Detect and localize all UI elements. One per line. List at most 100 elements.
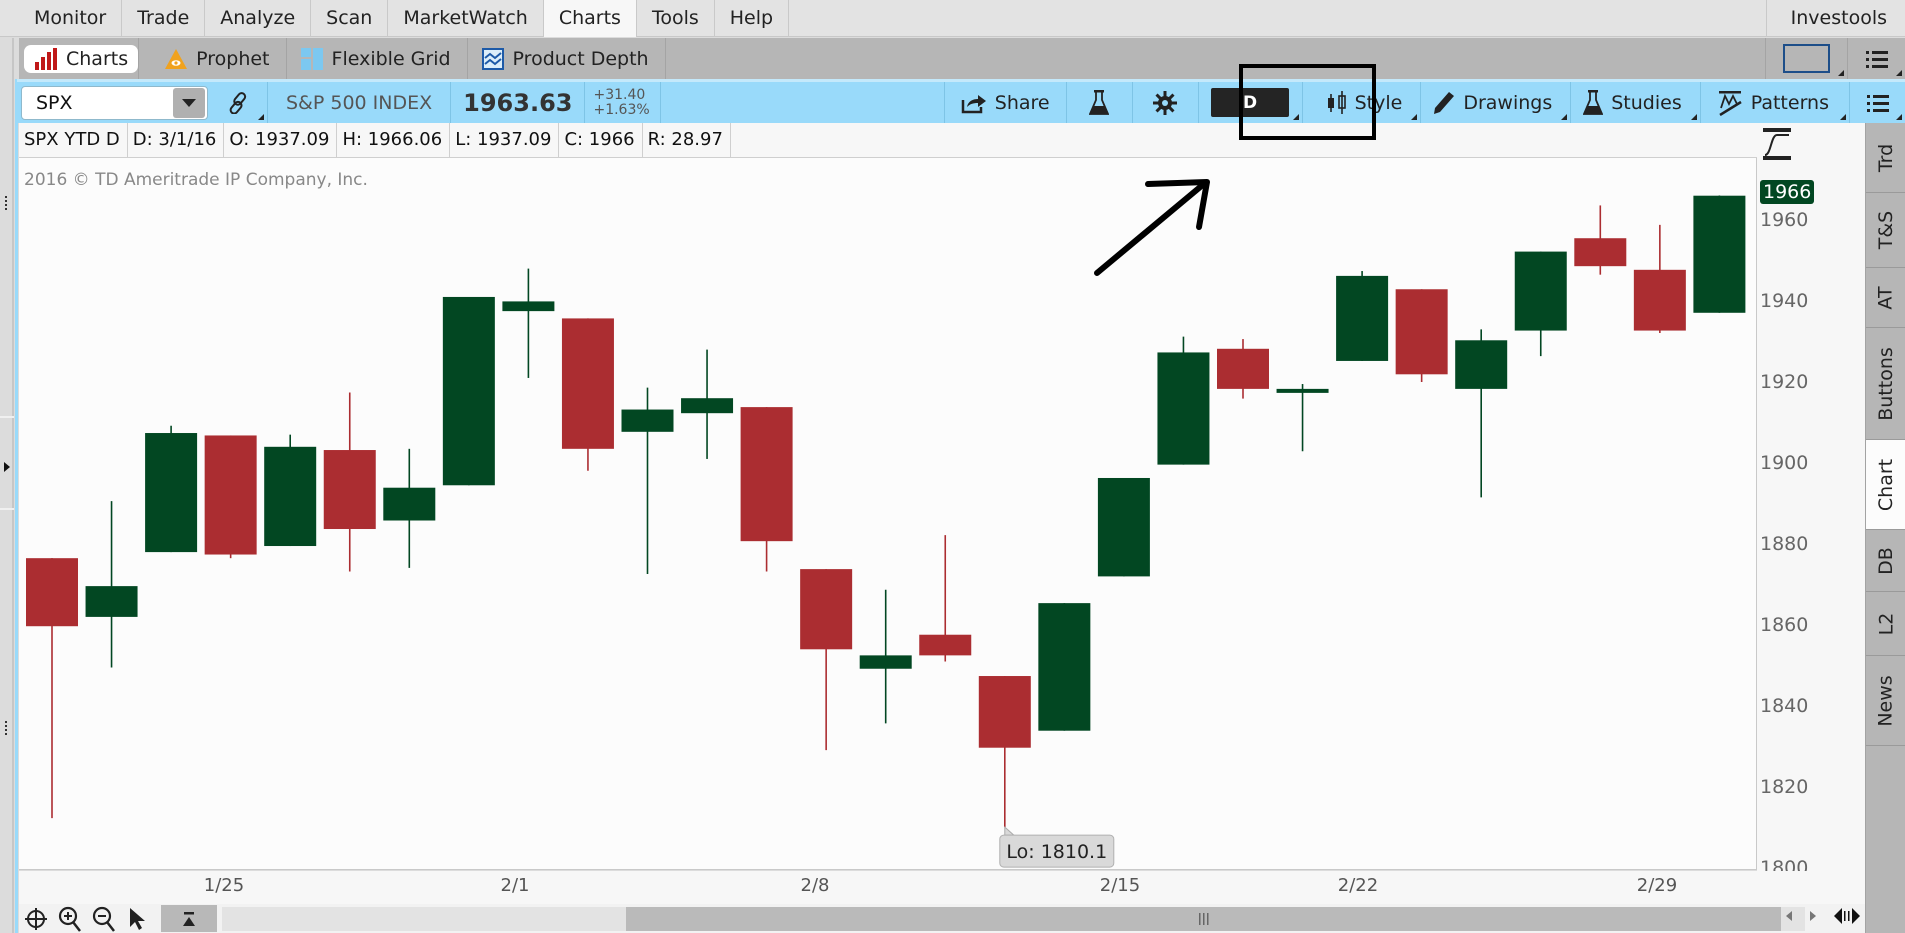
drag-handle-icon[interactable] [5,196,7,210]
zoom-out-button[interactable] [87,904,121,933]
scrollbar-thumb[interactable] [626,907,1781,931]
drag-handle-icon[interactable] [5,721,7,735]
nav-tab-trade[interactable]: Trade [122,0,206,37]
horizontal-scrollbar[interactable] [222,907,1805,931]
subtab-menu-button[interactable] [1847,38,1905,79]
candle[interactable] [978,676,1031,828]
candle[interactable] [204,435,257,559]
candle[interactable] [919,535,972,662]
right-tab-at[interactable]: AT [1866,268,1905,328]
studies-button[interactable]: Studies [1571,82,1701,123]
right-tab-l2[interactable]: L2 [1866,592,1905,656]
candle[interactable] [1217,339,1269,399]
subtab-product-depth[interactable]: Product Depth [468,38,666,79]
crosshair-button[interactable] [19,904,53,933]
candle[interactable] [1455,329,1508,498]
expand-horizontal-button[interactable] [1832,906,1862,926]
candle[interactable] [859,589,912,724]
candle[interactable] [383,448,436,568]
nav-tab-analyze[interactable]: Analyze [205,0,312,37]
style-label: Style [1354,91,1403,114]
candle-body [1693,195,1746,313]
price-axis[interactable]: 1800 1820 1840 1860 1880 1900 1920 1940 1960 1966 [1757,123,1865,879]
panel-border [15,79,18,933]
right-tab-ts[interactable]: T&S [1866,193,1905,268]
aggregation-value: D [1211,88,1290,117]
candle-body [264,446,317,547]
candle[interactable] [1693,195,1746,313]
time-axis[interactable]: 1/25 2/1 2/8 2/15 2/22 2/29 [19,871,1865,904]
chart-bottom-bar [19,904,1865,933]
candle[interactable] [681,349,734,459]
right-tab-chart[interactable]: Chart [1866,440,1905,530]
ohlc-info-bar: SPX YTD D D: 3/1/16 O: 1937.09 H: 1966.0… [19,123,1757,158]
candle[interactable] [1336,271,1389,361]
right-tab-label: T&S [1874,210,1897,250]
x-tick-label: 2/1 [500,875,530,896]
nav-tab-investools[interactable]: Investools [1765,0,1905,37]
nav-tab-help[interactable]: Help [715,0,790,37]
right-tab-trd[interactable]: Trd [1866,123,1905,193]
candle[interactable] [1574,205,1627,275]
right-tab-buttons[interactable]: Buttons [1866,328,1905,440]
expand-arrow-icon[interactable] [4,462,10,472]
subtab-prophet[interactable]: Prophet [151,38,287,79]
scroll-left-button[interactable] [1779,906,1799,926]
zoom-in-button[interactable] [53,904,87,933]
toolbar-menu-button[interactable] [1850,82,1905,123]
nav-tab-monitor[interactable]: Monitor [19,0,123,37]
candle[interactable] [85,501,138,668]
candle[interactable] [442,296,495,486]
symbol-dropdown-button[interactable] [173,87,205,118]
aggregation-button[interactable]: D [1199,82,1303,123]
style-button[interactable]: Style [1303,82,1422,123]
nav-tab-charts[interactable]: Charts [543,0,637,37]
candle-body [442,296,495,486]
candle[interactable] [1633,224,1686,333]
study-curve-icon[interactable] [1761,127,1793,161]
candle-body [502,301,555,312]
candle-body [740,407,793,542]
link-button[interactable] [208,82,268,123]
candle[interactable] [26,558,78,819]
share-button[interactable]: Share [945,82,1067,123]
candle[interactable] [145,425,198,553]
flask-button[interactable] [1067,82,1133,123]
candle[interactable] [1097,477,1150,577]
candle[interactable] [1276,384,1329,452]
candle[interactable] [1514,251,1567,357]
candle[interactable] [1395,289,1448,382]
candle[interactable] [1157,336,1210,465]
patterns-button[interactable]: Patterns [1701,82,1850,123]
left-collapse-strip[interactable] [0,38,14,933]
candle[interactable] [1038,603,1091,731]
nav-tab-scan[interactable]: Scan [311,0,389,37]
candle[interactable] [800,569,853,751]
candle[interactable] [323,392,376,572]
candle[interactable] [264,434,317,547]
layout-button[interactable] [1765,38,1847,79]
symbol-input[interactable]: SPX [21,85,208,120]
candle[interactable] [561,318,614,471]
drawings-button[interactable]: Drawings [1421,82,1572,123]
subtab-charts[interactable]: Charts [24,38,140,79]
subtab-flexible-grid[interactable]: Flexible Grid [287,38,468,79]
pointer-button[interactable] [121,904,155,933]
right-tab-db[interactable]: DB [1866,530,1905,592]
candle[interactable] [621,387,674,574]
info-symbol: SPX YTD D [19,123,128,157]
scroll-right-button[interactable] [1803,906,1823,926]
right-tab-news[interactable]: News [1866,656,1905,746]
expand-horizontal-icon [1834,908,1860,924]
nav-tab-tools[interactable]: Tools [637,0,715,37]
nav-tab-marketwatch[interactable]: MarketWatch [388,0,544,37]
collapse-panel-button[interactable] [161,905,217,932]
candle[interactable] [502,268,555,378]
price-chart[interactable]: 2016 © TD Ameritrade IP Company, Inc. Lo… [19,158,1757,870]
settings-button[interactable] [1133,82,1199,123]
company-name: S&P 500 INDEX [268,82,452,123]
candle[interactable] [740,407,793,572]
candle-body [1276,388,1329,393]
candlestick-plot[interactable]: Lo: 1810.1 [19,158,1757,870]
y-tick-label: 1820 [1760,776,1809,798]
